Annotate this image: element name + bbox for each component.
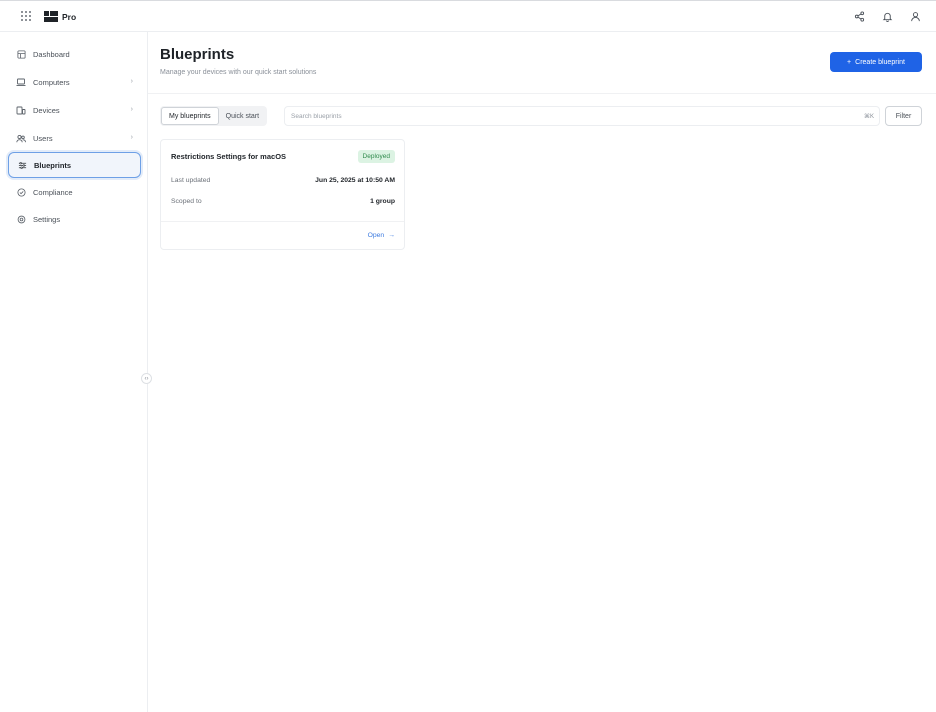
sidebar-collapse-handle[interactable]: ‹›: [141, 373, 152, 384]
bell-icon[interactable]: [880, 9, 894, 23]
tab-quick-start[interactable]: Quick start: [219, 107, 266, 125]
open-blueprint-link[interactable]: Open →: [368, 232, 395, 239]
create-blueprint-label: Create blueprint: [855, 58, 905, 66]
logo-mark-icon: [44, 11, 58, 22]
user-icon[interactable]: [908, 9, 922, 23]
page-subtitle: Manage your devices with our quick start…: [160, 69, 317, 76]
gear-icon: [16, 214, 26, 224]
sliders-icon: [17, 160, 27, 170]
header-divider: [148, 93, 936, 94]
search-placeholder: Search blueprints: [291, 113, 342, 120]
chevron-right-icon: ›: [130, 106, 133, 113]
sidebar-item-label: Devices: [33, 105, 60, 115]
search-shortcut: ⌘K: [863, 114, 874, 120]
dashboard-icon: [16, 49, 26, 59]
arrow-right-icon: →: [388, 232, 395, 239]
share-icon[interactable]: [852, 9, 866, 23]
card-divider: [161, 221, 404, 222]
app-logo[interactable]: Pro: [44, 11, 76, 22]
scoped-to-label: Scoped to: [171, 198, 202, 205]
open-label: Open: [367, 232, 385, 239]
sidebar-item-label: Blueprints: [34, 160, 72, 170]
chevron-right-icon: ›: [130, 78, 133, 85]
sidebar-item-users[interactable]: Users ›: [8, 125, 141, 151]
sidebar-item-label: Computers: [33, 77, 70, 87]
sidebar-item-label: Users: [33, 133, 53, 143]
sidebar-item-computers[interactable]: Computers ›: [8, 69, 141, 95]
plus-icon: +: [847, 58, 852, 66]
last-updated-value: Jun 25, 2025 at 10:50 AM: [315, 177, 395, 184]
sidebar-item-label: Dashboard: [33, 49, 70, 59]
laptop-icon: [16, 77, 26, 87]
sidebar-item-dashboard[interactable]: Dashboard: [8, 41, 141, 67]
sidebar: Dashboard Computers › Devices › Users › …: [0, 32, 148, 712]
filter-button[interactable]: Filter: [885, 106, 922, 126]
sidebar-item-devices[interactable]: Devices ›: [8, 97, 141, 123]
sidebar-item-settings[interactable]: Settings: [8, 206, 141, 232]
blueprint-tabs: My blueprints Quick start: [160, 106, 268, 126]
sidebar-item-compliance[interactable]: Compliance: [8, 179, 141, 205]
top-bar: Pro: [0, 0, 936, 32]
search-input[interactable]: Search blueprints ⌘K: [284, 106, 880, 126]
blueprint-card: Restrictions Settings for macOS Deployed…: [160, 139, 405, 250]
status-badge: Deployed: [357, 150, 395, 163]
blueprint-card-title: Restrictions Settings for macOS: [171, 152, 287, 161]
sidebar-item-blueprints[interactable]: Blueprints: [8, 152, 141, 178]
shield-check-icon: [16, 187, 26, 197]
apps-grid-icon[interactable]: [21, 11, 32, 22]
page-title: Blueprints: [160, 46, 235, 63]
scoped-to-value: 1 group: [370, 198, 395, 205]
sidebar-item-label: Settings: [33, 214, 61, 224]
devices-icon: [16, 105, 26, 115]
create-blueprint-button[interactable]: + Create blueprint: [830, 52, 922, 72]
chevron-right-icon: ›: [130, 134, 133, 141]
sidebar-item-label: Compliance: [33, 187, 73, 197]
last-updated-label: Last updated: [171, 177, 211, 184]
users-icon: [16, 133, 26, 143]
app-name: Pro: [62, 11, 77, 22]
tab-my-blueprints[interactable]: My blueprints: [161, 107, 219, 125]
